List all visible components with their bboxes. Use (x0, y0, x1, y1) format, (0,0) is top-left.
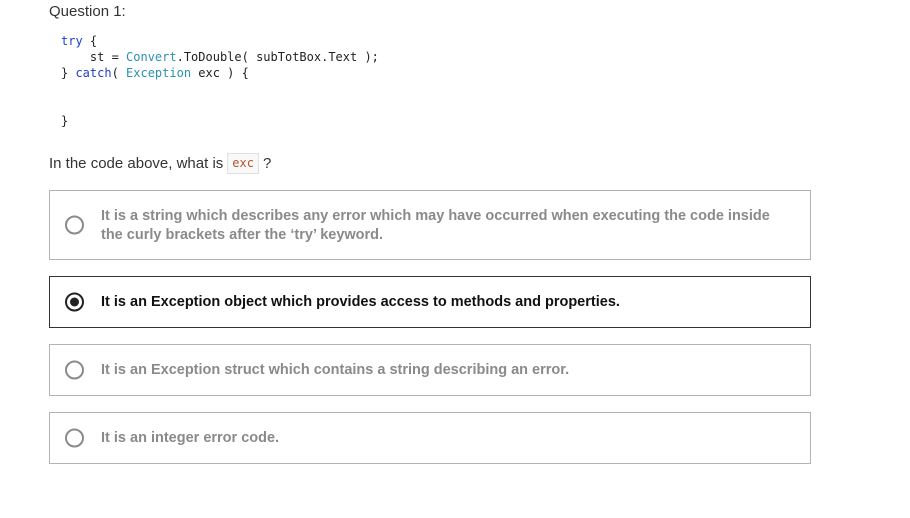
code-text: ( (111, 66, 127, 80)
radio-button[interactable] (65, 428, 84, 448)
code-text: { (82, 34, 98, 48)
code-text: .ToDouble( subTotBox.Text ); (176, 50, 379, 64)
answer-option-3[interactable]: It is an Exception struct which contains… (49, 344, 811, 396)
code-text: exc ) { (191, 66, 249, 80)
answer-option-text: It is an integer error code. (101, 430, 280, 446)
radio-button-selected[interactable] (65, 292, 84, 312)
prompt-text-end: ? (262, 155, 272, 172)
code-text: st = (61, 50, 127, 64)
code-type: Convert (126, 50, 177, 64)
question-title: Question 1: (49, 3, 126, 20)
answer-option-1[interactable]: It is a string which describes any error… (49, 190, 811, 260)
answer-option-text: It is an Exception object which provides… (101, 294, 620, 310)
code-line-1: try { (61, 33, 379, 49)
answer-option-text: It is an Exception struct which contains… (101, 362, 570, 378)
inline-code: exc (227, 153, 259, 174)
code-block: try { st = Convert.ToDouble( subTotBox.T… (61, 33, 379, 129)
code-keyword: try (61, 34, 83, 48)
question-prompt: In the code above, what is exc ? (49, 153, 271, 174)
answer-option-text: It is a string which describes any error… (101, 208, 770, 243)
answer-option-2[interactable]: It is an Exception object which provides… (49, 276, 811, 328)
code-line-2: st = Convert.ToDouble( subTotBox.Text ); (61, 49, 379, 65)
code-keyword: catch (75, 66, 112, 80)
answer-option-4[interactable]: It is an integer error code. (49, 412, 811, 464)
radio-button[interactable] (65, 215, 84, 235)
code-line-6: } (61, 114, 69, 128)
code-type: Exception (126, 66, 192, 80)
radio-button[interactable] (65, 360, 84, 380)
code-line-3: } catch( Exception exc ) { (61, 65, 379, 81)
prompt-text: In the code above, what is (49, 155, 224, 172)
code-text: } (61, 66, 76, 80)
